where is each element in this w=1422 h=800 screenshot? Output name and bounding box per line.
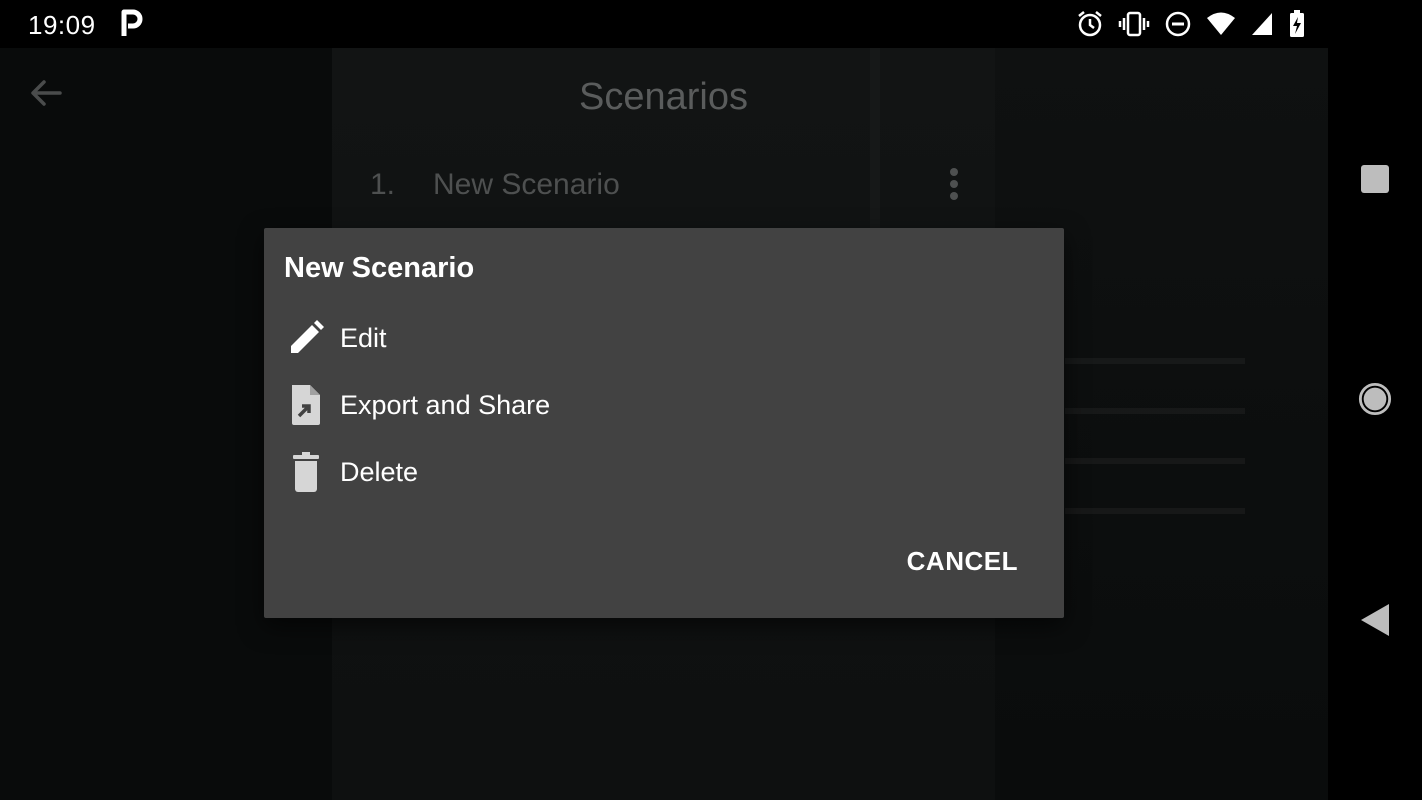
list-item-number: 1. (370, 168, 396, 201)
list-item[interactable]: 1. New Scenario (370, 166, 970, 210)
navigation-bar (1328, 0, 1422, 800)
pencil-icon (284, 316, 328, 360)
dialog-title: New Scenario (284, 252, 475, 284)
alarm-icon (1076, 10, 1104, 38)
vibrate-icon (1118, 10, 1150, 38)
wifi-icon (1206, 11, 1236, 37)
background-stripe (1065, 458, 1245, 464)
background-stripe (1065, 408, 1245, 414)
recents-square-icon[interactable] (1358, 162, 1392, 196)
back-arrow-icon[interactable] (26, 74, 64, 112)
background-stripe (1065, 358, 1245, 364)
dialog-item-delete[interactable]: Delete (284, 447, 884, 497)
status-bar: 19:09 (0, 0, 1328, 48)
p-icon (120, 8, 144, 38)
file-export-icon (284, 383, 328, 427)
status-icons (1076, 9, 1306, 39)
overflow-menu-icon[interactable] (942, 166, 966, 206)
dialog-item-label: Edit (340, 322, 387, 353)
background-stripe (1065, 508, 1245, 514)
trash-icon (284, 450, 328, 494)
cell-signal-icon (1250, 11, 1274, 37)
status-time: 19:09 (28, 10, 96, 40)
dialog-item-label: Delete (340, 456, 419, 487)
battery-charging-icon (1288, 9, 1306, 39)
dialog-item-label: Export and Share (340, 389, 551, 420)
dialog-item-export-share[interactable]: Export and Share (284, 380, 884, 430)
home-circle-icon[interactable] (1358, 382, 1392, 416)
cancel-button[interactable]: CANCEL (907, 546, 1018, 577)
list-item-label: New Scenario (433, 168, 620, 201)
back-triangle-icon[interactable] (1358, 603, 1392, 637)
dialog-item-edit[interactable]: Edit (284, 313, 884, 363)
do-not-disturb-icon (1164, 10, 1192, 38)
phone-screen: Scenarios 1. New Scenario 19:09 New Scen… (0, 0, 1422, 800)
options-dialog: New Scenario Edit Export and Share Delet… (264, 228, 1064, 618)
page-title: Scenarios (579, 76, 748, 118)
